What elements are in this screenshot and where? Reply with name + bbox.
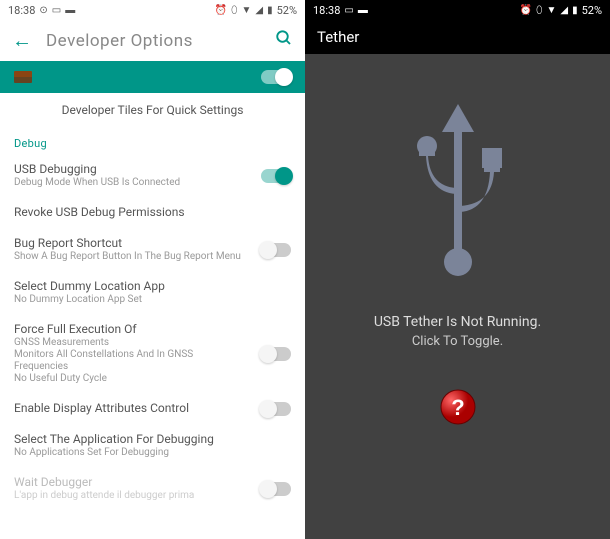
tether-body: USB Tether Is Not Running. Click To Togg… (305, 54, 610, 539)
tether-status-text: USB Tether Is Not Running. (374, 314, 541, 330)
notification-icon: ⊙ (39, 5, 47, 16)
debug-app-subtitle: No Applications Set For Debugging (14, 447, 291, 459)
debug-section-header: Debug (0, 127, 305, 154)
bug-report-subtitle: Show A Bug Report Button In The Bug Repo… (14, 251, 249, 263)
help-icon[interactable]: ? (440, 389, 476, 425)
status-time: 18:38 (313, 4, 340, 17)
revoke-title: Revoke USB Debug Permissions (14, 205, 291, 219)
notification-icon: ▭ (52, 5, 61, 16)
link-icon: ⬯ (536, 5, 542, 16)
tether-hint-text: Click To Toggle. (412, 334, 503, 349)
status-bar: 18:38 ⊙ ▭ ▬ ⏰ ⬯ ▼ ◢ ▮ 52% (0, 0, 305, 20)
tether-screen: 18:38 ▭ ▬ ⏰ ⬯ ▼ ◢ ▮ 52% Tether (305, 0, 610, 539)
settings-content: Developer Tiles For Quick Settings Debug… (0, 93, 305, 539)
wait-debugger-title: Wait Debugger (14, 475, 249, 489)
alarm-icon: ⏰ (520, 5, 532, 16)
gnss-subtitle3: No Useful Duty Cycle (14, 373, 249, 385)
bug-report-item[interactable]: Bug Report Shortcut Show A Bug Report Bu… (0, 228, 305, 271)
gnss-toggle[interactable] (261, 347, 291, 361)
display-attrs-item[interactable]: Enable Display Attributes Control (0, 393, 305, 424)
gnss-title: Force Full Execution Of (14, 322, 249, 336)
battery-percent: 52% (582, 4, 602, 17)
debug-app-title: Select The Application For Debugging (14, 432, 291, 446)
wait-debugger-subtitle: L'app in debug attende il debugger prima (14, 490, 249, 502)
signal-icon: ◢ (255, 5, 263, 16)
usb-debugging-item[interactable]: USB Debugging Debug Mode When USB Is Con… (0, 154, 305, 197)
wait-debugger-toggle[interactable] (261, 482, 291, 496)
battery-percent: 52% (277, 4, 297, 17)
debug-app-item[interactable]: Select The Application For Debugging No … (0, 424, 305, 467)
wifi-icon: ▼ (546, 5, 556, 16)
link-icon: ⬯ (231, 5, 237, 16)
bug-report-title: Bug Report Shortcut (14, 236, 249, 250)
usb-icon[interactable] (378, 84, 538, 284)
battery-icon: ▮ (267, 5, 273, 16)
page-title: Developer Options (46, 31, 261, 51)
gnss-subtitle1: GNSS Measurements (14, 337, 249, 349)
display-attrs-title: Enable Display Attributes Control (14, 401, 249, 415)
main-toggle[interactable] (261, 70, 291, 84)
usb-debugging-subtitle: Debug Mode When USB Is Connected (14, 177, 249, 189)
notification-icon: ▭ (344, 5, 353, 16)
main-toggle-banner (0, 61, 305, 93)
notification-icon: ▬ (358, 5, 368, 16)
gnss-subtitle2: Monitors All Constellations And In GNSS … (14, 349, 249, 373)
quick-settings-tiles[interactable]: Developer Tiles For Quick Settings (0, 93, 305, 127)
alarm-icon: ⏰ (215, 5, 227, 16)
revoke-permissions-item[interactable]: Revoke USB Debug Permissions (0, 197, 305, 228)
notification-icon: ▬ (65, 5, 75, 16)
back-arrow-icon[interactable]: ← (12, 28, 32, 53)
svg-text:?: ? (451, 395, 464, 420)
dummy-location-item[interactable]: Select Dummy Location App No Dummy Locat… (0, 271, 305, 314)
signal-icon: ◢ (560, 5, 568, 16)
status-bar: 18:38 ▭ ▬ ⏰ ⬯ ▼ ◢ ▮ 52% (305, 0, 610, 20)
app-header: ← Developer Options (0, 20, 305, 61)
developer-options-screen: 18:38 ⊙ ▭ ▬ ⏰ ⬯ ▼ ◢ ▮ 52% ← Developer Op… (0, 0, 305, 539)
display-attrs-toggle[interactable] (261, 402, 291, 416)
usb-debugging-toggle[interactable] (261, 169, 291, 183)
wifi-icon: ▼ (241, 5, 251, 16)
dummy-location-subtitle: No Dummy Location App Set (14, 294, 291, 306)
wait-debugger-item[interactable]: Wait Debugger L'app in debug attende il … (0, 467, 305, 510)
status-time: 18:38 (8, 4, 35, 17)
search-icon[interactable] (275, 29, 293, 52)
banner-icon (14, 71, 32, 83)
battery-icon: ▮ (572, 5, 578, 16)
gnss-item[interactable]: Force Full Execution Of GNSS Measurement… (0, 314, 305, 393)
bug-report-toggle[interactable] (261, 243, 291, 257)
usb-debugging-title: USB Debugging (14, 162, 249, 176)
dummy-location-title: Select Dummy Location App (14, 279, 291, 293)
tether-header: Tether (305, 20, 610, 54)
tether-title: Tether (317, 28, 359, 46)
